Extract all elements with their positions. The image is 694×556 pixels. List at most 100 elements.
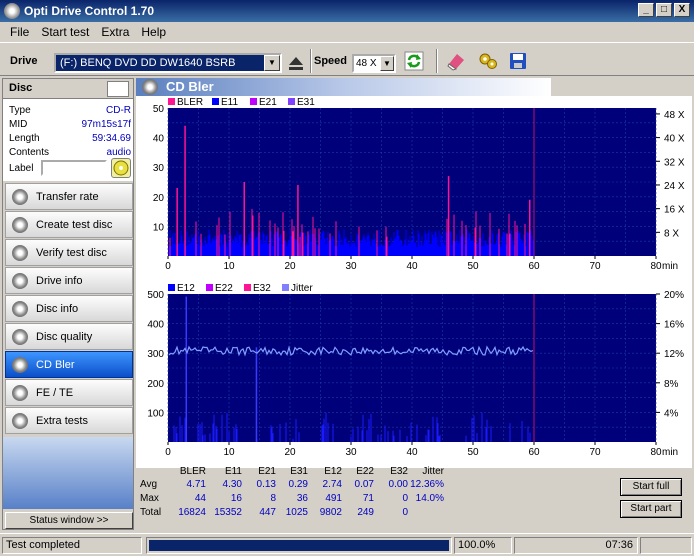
stats-cell: 36 [296,493,308,504]
y-tick-label: 500 [147,290,164,301]
drive-label: Drive [10,55,38,67]
disc-type-row: Type CD-R [9,105,131,116]
stats-cell: 0.29 [288,479,308,490]
progress-text: 100.0% [454,537,512,554]
stats-cell: 1025 [285,507,308,518]
disc-contents-label: Contents [9,147,50,158]
stats-header: E22 [356,466,374,477]
legend-swatch [244,284,251,291]
stats-cell: 8 [270,493,276,504]
maximize-button[interactable]: □ [656,3,672,17]
stats-cell: 0 [402,507,408,518]
y2-tick-label: 32 X [664,157,685,168]
nav-label: FE / TE [36,386,74,399]
legend-label: E11 [221,97,238,108]
stats-cell: 4.71 [186,479,206,490]
gears-icon [479,53,497,69]
x-tick-label: 30 [345,261,357,272]
drive-select[interactable]: (F:) BENQ DVD DD DW1640 BSRB ▼ [54,53,282,73]
stats-header: Jitter [422,466,444,477]
legend-label: E31 [297,97,315,108]
stats-cell: 0.07 [354,479,374,490]
main-panel: CD Bler BLER E11 E21 E31 10 20 30 40 50 8 X 16 X 24… [136,78,692,530]
nav-drive-info[interactable]: Drive info [5,267,133,294]
y2-tick-label: 20% [664,290,684,301]
menu-extra[interactable]: Extra [95,25,135,39]
x-tick-label: 70 [589,261,601,272]
nav-verify-test-disc[interactable]: Verify test disc [5,239,133,266]
y-tick-label: 30 [153,163,165,174]
refresh-icon [404,51,424,71]
app-disc-icon [4,3,20,19]
stats-header: E32 [390,466,408,477]
speed-select-value: 48 X [356,58,377,69]
nav-label: Disc quality [36,330,93,343]
start-part-button[interactable]: Start part [620,500,682,518]
erase-button[interactable] [444,49,468,73]
stats-cell: 14.0% [415,493,444,504]
stats-cell: 0 [402,493,408,504]
nav-disc-quality[interactable]: Disc quality [5,323,133,350]
y2-tick-label: 12% [664,349,684,360]
y2-tick-label: 24 X [664,181,685,192]
nav-cd-bler[interactable]: CD Bler [5,351,133,378]
apply-label-button[interactable] [111,158,131,178]
bler-chart: BLER E11 E21 E31 10 20 30 40 50 8 X 16 X 24 X 32 X 40… [136,96,692,282]
speed-select[interactable]: 48 X ▼ [352,54,396,73]
toolbar: Drive (F:) BENQ DVD DD DW1640 BSRB ▼ Spe… [0,42,694,76]
sidebar-filler [3,437,133,509]
menu-help[interactable]: Help [135,25,172,39]
disc-label-input[interactable] [41,160,107,176]
stats-row-label: Max [140,493,159,504]
nav-create-test-disc[interactable]: Create test disc [5,211,133,238]
x-tick-label: 0 [165,261,171,272]
nav-transfer-rate[interactable]: Transfer rate [5,183,133,210]
x-tick-label: 10 [223,447,235,458]
disc-label-icon [113,160,129,176]
disc-length-label: Length [9,133,40,144]
stats-cell: 44 [194,493,206,504]
y-tick-label: 200 [147,379,164,390]
nav-disc-info[interactable]: Disc info [5,295,133,322]
progress-bar [146,537,452,554]
y-tick-label: 400 [147,320,164,331]
menu-file[interactable]: File [4,25,35,39]
progress-fill [149,540,449,551]
disc-info-panel: Disc Type CD-R MID 97m15s17f Length 59:34.6… [3,79,133,181]
y2-tick-label: 8% [664,379,679,390]
legend-swatch [168,284,175,291]
stats-cell: 16824 [178,507,206,518]
stats-cell: 12.36% [410,479,444,490]
stats-table: BLER E11 E21 E31 E12 E22 E32 Jitter Avg 4.71 4.30 0… [136,466,616,526]
stats-header: E11 [224,466,242,477]
minimize-button[interactable]: _ [638,3,654,17]
y2-tick-label: 8 X [664,228,679,239]
stats-row-label: Avg [140,479,158,490]
y2-tick-label: 4% [664,408,679,419]
stats-header: E21 [258,466,276,477]
stats-header: E31 [290,466,308,477]
eject-button[interactable] [284,51,308,75]
sidebar: Disc Type CD-R MID 97m15s17f Length 59:34.6… [2,78,134,530]
disc-label-label: Label [9,163,34,174]
menu-start-test[interactable]: Start test [35,25,95,39]
settings-button[interactable] [476,49,500,73]
refresh-button[interactable] [402,49,426,73]
nav-extra-tests[interactable]: Extra tests [5,407,133,434]
chevron-down-icon[interactable]: ▼ [264,55,280,71]
save-button[interactable] [506,49,530,73]
x-tick-label: 0 [165,447,171,458]
nav-label: Extra tests [36,414,88,427]
start-full-button[interactable]: Start full [620,478,682,496]
y2-tick-label: 40 X [664,134,685,145]
status-window-button[interactable]: Status window >> [5,512,133,529]
nav-fe-te[interactable]: FE / TE [5,379,133,406]
stats-cell: 447 [259,507,276,518]
close-button[interactable]: X [674,3,690,17]
x-tick-label: 10 [223,261,235,272]
x-tick-label: 40 [406,261,418,272]
title-bar: Opti Drive Control 1.70 _ □ X [0,0,694,22]
disc-icon [12,384,28,401]
x-tick-label: 80 [650,261,662,272]
chevron-down-icon[interactable]: ▼ [380,56,394,71]
